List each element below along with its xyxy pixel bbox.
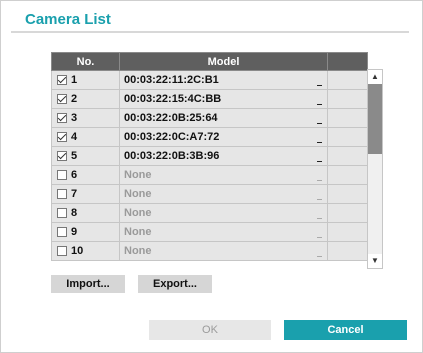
cell-model[interactable]: None: [119, 222, 328, 242]
scroll-thumb[interactable]: [368, 84, 382, 154]
dropdown-indicator-icon[interactable]: [317, 180, 322, 181]
cell-extra: [327, 108, 368, 128]
camera-number: 10: [71, 245, 84, 257]
cell-model[interactable]: 00:03:22:11:2C:B1: [119, 70, 328, 90]
camera-number: 9: [71, 226, 78, 238]
cell-model[interactable]: None: [119, 203, 328, 223]
cell-no: 5: [51, 146, 120, 166]
scroll-track[interactable]: [368, 84, 382, 254]
column-header-model[interactable]: Model: [119, 52, 328, 71]
cell-no: 2: [51, 89, 120, 109]
cell-model[interactable]: None: [119, 241, 328, 261]
cell-model[interactable]: None: [119, 165, 328, 185]
cell-model[interactable]: None: [119, 184, 328, 204]
camera-number: 2: [71, 93, 78, 105]
table-row[interactable]: 2 00:03:22:15:4C:BB: [51, 89, 368, 109]
camera-table-container: No. Model 1 00:03:22:11:2C:B1 2 00:03:22:15…: [51, 52, 383, 269]
camera-model-value: None: [124, 169, 152, 181]
table-scrollbar[interactable]: ▲ ▼: [367, 69, 383, 269]
camera-select-checkbox[interactable]: [57, 132, 67, 142]
table-row[interactable]: 3 00:03:22:0B:25:64: [51, 108, 368, 128]
cancel-button[interactable]: Cancel: [284, 320, 407, 340]
cell-model[interactable]: 00:03:22:0B:25:64: [119, 108, 328, 128]
camera-select-checkbox[interactable]: [57, 189, 67, 199]
cell-no: 1: [51, 70, 120, 90]
camera-model-value: 00:03:22:0B:3B:96: [124, 150, 220, 162]
cell-extra: [327, 70, 368, 90]
cell-model[interactable]: 00:03:22:15:4C:BB: [119, 89, 328, 109]
cell-no: 3: [51, 108, 120, 128]
cell-no: 8: [51, 203, 120, 223]
camera-model-value: 00:03:22:0C:A7:72: [124, 131, 220, 143]
dropdown-indicator-icon[interactable]: [317, 256, 322, 257]
scroll-up-arrow-icon[interactable]: ▲: [368, 70, 382, 84]
column-header-no[interactable]: No.: [51, 52, 120, 71]
table-header-row: No. Model: [51, 52, 368, 71]
cell-model[interactable]: 00:03:22:0C:A7:72: [119, 127, 328, 147]
camera-select-checkbox[interactable]: [57, 75, 67, 85]
camera-model-value: 00:03:22:11:2C:B1: [124, 74, 219, 86]
cell-extra: [327, 127, 368, 147]
cell-extra: [327, 203, 368, 223]
camera-number: 3: [71, 112, 78, 124]
cell-extra: [327, 241, 368, 261]
camera-select-checkbox[interactable]: [57, 170, 67, 180]
table-row[interactable]: 6 None: [51, 165, 368, 185]
camera-model-value: 00:03:22:15:4C:BB: [124, 93, 222, 105]
camera-model-value: None: [124, 245, 152, 257]
camera-select-checkbox[interactable]: [57, 151, 67, 161]
dropdown-indicator-icon[interactable]: [317, 218, 322, 219]
dropdown-indicator-icon[interactable]: [317, 104, 322, 105]
camera-number: 8: [71, 207, 78, 219]
camera-model-value: None: [124, 207, 152, 219]
camera-select-checkbox[interactable]: [57, 94, 67, 104]
import-button[interactable]: Import...: [51, 275, 125, 293]
table-row[interactable]: 1 00:03:22:11:2C:B1: [51, 70, 368, 90]
dropdown-indicator-icon[interactable]: [317, 142, 322, 143]
camera-rows: 1 00:03:22:11:2C:B1 2 00:03:22:15:4C:BB 3 00:…: [51, 70, 368, 261]
title-bar: Camera List: [11, 1, 409, 33]
camera-select-checkbox[interactable]: [57, 113, 67, 123]
cell-extra: [327, 146, 368, 166]
table-row[interactable]: 8 None: [51, 203, 368, 223]
camera-number: 4: [71, 131, 78, 143]
camera-select-checkbox[interactable]: [57, 208, 67, 218]
cell-no: 10: [51, 241, 120, 261]
dropdown-indicator-icon[interactable]: [317, 237, 322, 238]
dropdown-indicator-icon[interactable]: [317, 123, 322, 124]
export-button[interactable]: Export...: [138, 275, 212, 293]
cell-extra: [327, 222, 368, 242]
camera-number: 5: [71, 150, 78, 162]
cell-no: 4: [51, 127, 120, 147]
table-row[interactable]: 9 None: [51, 222, 368, 242]
cell-extra: [327, 165, 368, 185]
camera-model-value: None: [124, 188, 152, 200]
column-header-extra: [327, 52, 368, 71]
camera-number: 6: [71, 169, 78, 181]
cell-model[interactable]: 00:03:22:0B:3B:96: [119, 146, 328, 166]
ok-button[interactable]: OK: [149, 320, 271, 340]
dropdown-indicator-icon[interactable]: [317, 85, 322, 86]
cell-no: 9: [51, 222, 120, 242]
camera-table: No. Model 1 00:03:22:11:2C:B1 2 00:03:22:15…: [51, 52, 368, 261]
camera-model-value: 00:03:22:0B:25:64: [124, 112, 218, 124]
table-row[interactable]: 4 00:03:22:0C:A7:72: [51, 127, 368, 147]
cell-no: 7: [51, 184, 120, 204]
cell-extra: [327, 184, 368, 204]
cell-no: 6: [51, 165, 120, 185]
camera-model-value: None: [124, 226, 152, 238]
cell-extra: [327, 89, 368, 109]
scroll-down-arrow-icon[interactable]: ▼: [368, 254, 382, 268]
table-row[interactable]: 5 00:03:22:0B:3B:96: [51, 146, 368, 166]
camera-number: 7: [71, 188, 78, 200]
table-row[interactable]: 7 None: [51, 184, 368, 204]
dropdown-indicator-icon[interactable]: [317, 199, 322, 200]
camera-list-dialog: Camera List No. Model 1 00:03:22:11:2C:B1…: [0, 0, 423, 353]
dialog-title: Camera List: [25, 11, 111, 28]
camera-number: 1: [71, 74, 78, 86]
table-row[interactable]: 10 None: [51, 241, 368, 261]
camera-select-checkbox[interactable]: [57, 227, 67, 237]
dropdown-indicator-icon[interactable]: [317, 161, 322, 162]
camera-select-checkbox[interactable]: [57, 246, 67, 256]
